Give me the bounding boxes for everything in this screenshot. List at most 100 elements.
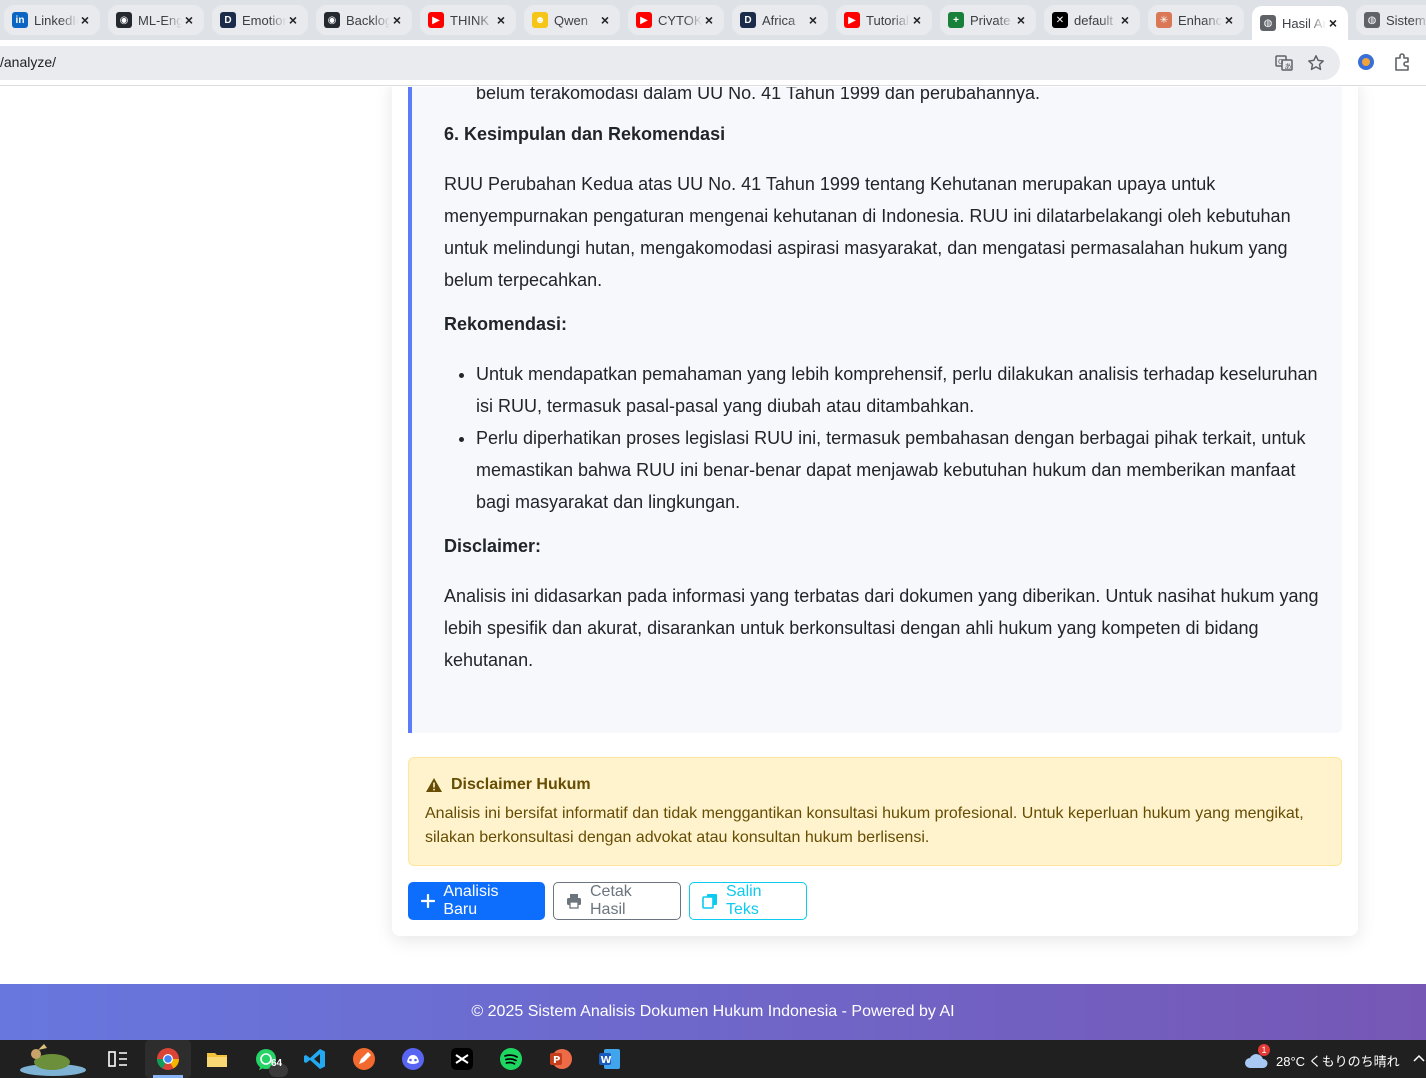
browser-tab[interactable]: ▶ THINK ×: [420, 5, 516, 35]
alert-heading: Disclaimer Hukum: [425, 776, 591, 794]
copy-icon: [702, 893, 718, 909]
svg-text:W: W: [601, 1055, 612, 1066]
print-result-button[interactable]: Cetak Hasil: [553, 882, 681, 920]
x-icon: ✕: [1052, 12, 1068, 28]
new-analysis-button[interactable]: Analisis Baru: [408, 882, 545, 920]
result-top-line: belum terakomodasi dalam UU No. 41 Tahun…: [476, 87, 1041, 103]
tab-close-icon[interactable]: ×: [806, 13, 820, 27]
tab-close-icon[interactable]: ×: [286, 13, 300, 27]
tab-close-icon[interactable]: ×: [910, 13, 924, 27]
word-icon[interactable]: W: [597, 1047, 621, 1071]
browser-tab[interactable]: ◍ Hasil Analisis×: [1252, 6, 1348, 40]
copy-text-label: Salin Teks: [726, 883, 762, 918]
address-url[interactable]: /analyze/: [0, 54, 56, 70]
browser-tab[interactable]: ▶ CYTOK ×: [628, 5, 724, 35]
browser-tab[interactable]: ◉ Backlog ×: [316, 5, 412, 35]
tab-close-icon[interactable]: ×: [598, 13, 612, 27]
dagshub-icon: D: [740, 12, 756, 28]
spotify-icon[interactable]: [499, 1047, 523, 1071]
linkedin-icon: in: [12, 12, 28, 28]
alert-title: Disclaimer Hukum: [451, 776, 591, 793]
browser-tab-title: Emotion: [242, 12, 286, 28]
alert-body: Analisis ini bersifat informatif dan tid…: [425, 805, 1304, 846]
svg-text:あ: あ: [1285, 63, 1292, 71]
capcut-icon[interactable]: [450, 1047, 474, 1071]
svg-text:P: P: [553, 1055, 560, 1066]
tab-close-icon[interactable]: ×: [702, 13, 716, 27]
powerpoint-icon[interactable]: P: [548, 1047, 572, 1071]
svg-text:G: G: [1278, 58, 1283, 66]
extensions-puzzle-icon[interactable]: [1393, 52, 1413, 72]
claude-icon: ✳: [1156, 12, 1172, 28]
site-footer: © 2025 Sistem Analisis Dokumen Hukum Ind…: [0, 984, 1426, 1040]
github-icon: ◉: [324, 12, 340, 28]
browser-tab-title: Backlog: [346, 12, 390, 28]
disclaimer-heading: Disclaimer:: [444, 536, 542, 556]
os-taskbar: 64 P W 1 28°C くもりのち晴れ: [0, 1040, 1426, 1078]
vscode-icon[interactable]: [303, 1047, 327, 1071]
file-explorer-icon[interactable]: [205, 1047, 229, 1071]
warning-triangle-icon: [425, 777, 443, 793]
browser-tab[interactable]: ✕ default ×: [1044, 5, 1140, 35]
cloud-weather-icon: 1: [1244, 1044, 1270, 1070]
bookmark-star-icon[interactable]: [1307, 54, 1325, 72]
tray-chevron-up-icon[interactable]: [1412, 1052, 1426, 1071]
tab-close-icon[interactable]: ×: [494, 13, 508, 27]
browser-tab[interactable]: in LinkedIn×: [4, 5, 100, 35]
recommendation-heading: Rekomendasi:: [444, 314, 568, 334]
github-icon: ◉: [116, 12, 132, 28]
browser-tab[interactable]: + Private ×: [940, 5, 1036, 35]
recommendation-list: Untuk mendapatkan pemahaman yang lebih k…: [444, 358, 1324, 518]
browser-tab-title: CYTOK: [658, 12, 702, 28]
browser-tab[interactable]: ✳ Enhance×: [1148, 5, 1244, 35]
analysis-result-panel: belum terakomodasi dalam UU No. 41 Tahun…: [408, 87, 1342, 733]
translate-icon[interactable]: あG: [1275, 54, 1293, 72]
browser-tab[interactable]: D Africa ×: [732, 5, 828, 35]
plus-icon: [420, 893, 435, 909]
browser-tab[interactable]: ☻ Qwen ×: [524, 5, 620, 35]
sheets-icon: +: [948, 12, 964, 28]
browser-tab-title: default: [1074, 12, 1114, 28]
tab-close-icon[interactable]: ×: [1326, 16, 1340, 30]
discord-icon[interactable]: [401, 1047, 425, 1071]
tab-close-icon[interactable]: ×: [1222, 13, 1236, 27]
browser-tab-title: THINK: [450, 12, 489, 28]
browser-tab-title: Tutorial: [866, 12, 909, 28]
legal-disclaimer-alert: Disclaimer Hukum Analisis ini bersifat i…: [408, 757, 1342, 866]
widgets-landscape-icon[interactable]: [18, 1042, 88, 1076]
printer-icon: [566, 893, 582, 909]
print-result-label: Cetak Hasil: [590, 883, 632, 918]
list-item: Perlu diperhatikan proses legislasi RUU …: [476, 422, 1324, 518]
tab-close-icon[interactable]: ×: [78, 13, 92, 27]
browser-tab-title: Africa: [762, 12, 796, 28]
qwen-icon: ☻: [532, 12, 548, 28]
tab-close-icon[interactable]: ×: [1014, 13, 1028, 27]
browser-tab-title: Hasil Analisis: [1282, 15, 1326, 31]
tab-close-icon[interactable]: ×: [390, 13, 404, 27]
chrome-taskbar-icon[interactable]: [145, 1040, 191, 1078]
new-analysis-label: Analisis Baru: [443, 883, 499, 918]
browser-tab-title: Enhance: [1178, 12, 1222, 28]
browser-tab[interactable]: D Emotion ×: [212, 5, 308, 35]
browser-tab[interactable]: ▶ Tutorial ×: [836, 5, 932, 35]
tab-close-icon[interactable]: ×: [182, 13, 196, 27]
result-card: belum terakomodasi dalam UU No. 41 Tahun…: [392, 87, 1358, 936]
tab-close-icon[interactable]: ×: [1118, 13, 1132, 27]
browser-tab-title: LinkedIn: [34, 12, 78, 28]
disclaimer-paragraph: Analisis ini didasarkan pada informasi y…: [444, 586, 1319, 670]
weather-widget[interactable]: 1 28°C くもりのち晴れ: [1244, 1044, 1400, 1070]
section-heading: 6. Kesimpulan dan Rekomendasi: [444, 124, 726, 144]
task-view-icon[interactable]: [106, 1047, 130, 1071]
globe-icon: ◍: [1364, 12, 1380, 28]
browser-tab[interactable]: ◉ ML-Engineer×: [108, 5, 204, 35]
extension-badge-icon[interactable]: [1356, 52, 1376, 72]
page-content: belum terakomodasi dalam UU No. 41 Tahun…: [0, 87, 1426, 984]
weather-alert-badge: 1: [1258, 1044, 1270, 1056]
address-bar[interactable]: /analyze/ あG: [0, 46, 1340, 80]
copy-text-button[interactable]: Salin Teks: [689, 882, 807, 920]
browser-tab[interactable]: ◍Sistem×: [1356, 5, 1426, 35]
pencil-app-icon[interactable]: [352, 1047, 376, 1071]
youtube-icon: ▶: [636, 12, 652, 28]
whatsapp-unread-badge: 64: [271, 1058, 283, 1069]
browser-tab-title: Sistem: [1386, 12, 1426, 28]
